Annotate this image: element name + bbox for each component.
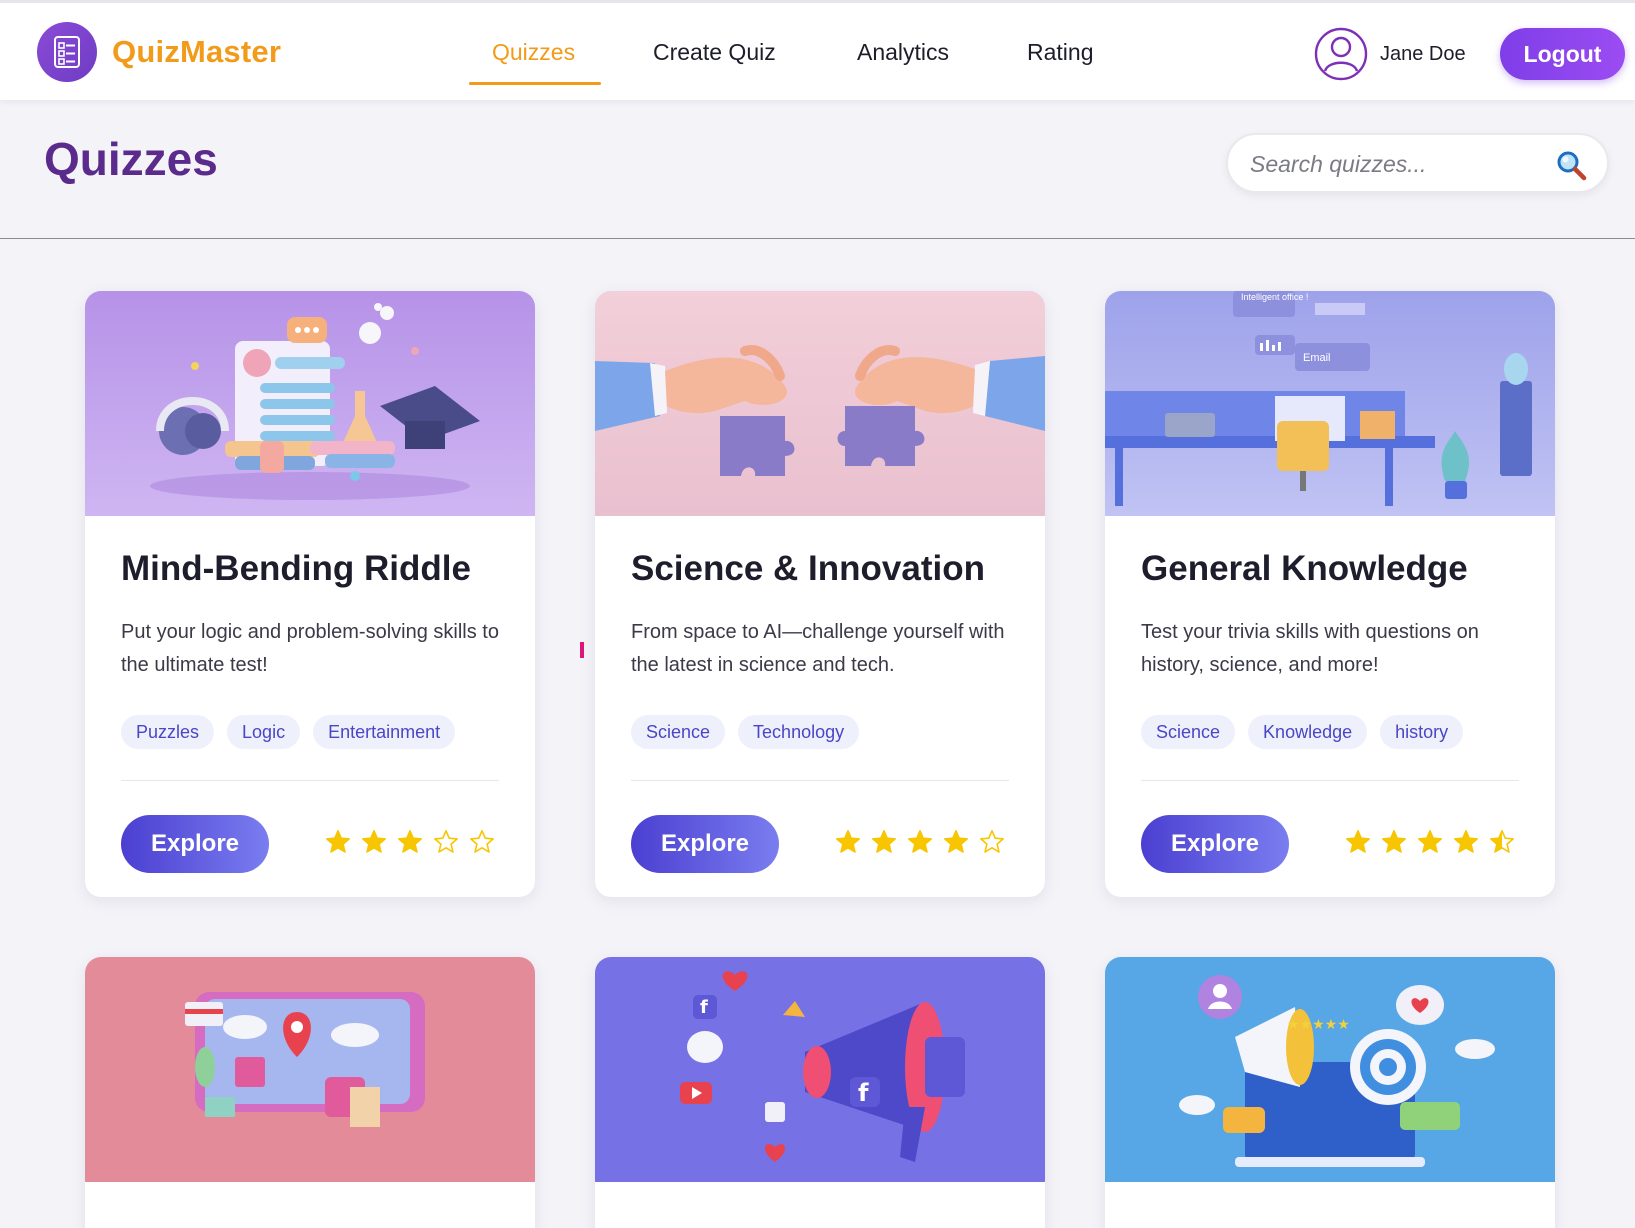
explore-button[interactable]: Explore [121,815,269,873]
star-filled-icon [1346,830,1370,853]
card-divider [121,780,499,781]
star-empty-icon [470,830,494,853]
star-filled-icon [836,830,860,853]
brand-name[interactable]: QuizMaster [112,34,281,70]
star-rating [1345,829,1515,855]
top-navbar: QuizMaster Quizzes Create Quiz Analytics… [0,0,1635,100]
star-filled-icon [944,830,968,853]
office-illustration: Intelligent office ! Email [1105,291,1555,516]
quiz-card: Science & Innovation From space to AI—ch… [595,291,1045,897]
search-input[interactable] [1250,149,1540,179]
svg-text:f: f [858,1079,869,1107]
user-name: Jane Doe [1380,43,1466,65]
tag-chip[interactable]: Science [631,715,726,749]
tag-chip[interactable]: Logic [227,715,301,749]
card-title: Science & Innovation [631,549,985,588]
star-filled-icon [398,830,422,853]
explore-button[interactable]: Explore [1141,815,1289,873]
star-filled-icon [1454,830,1478,853]
nav-analytics[interactable]: Analytics [857,39,949,66]
svg-text:★★★★★: ★★★★★ [1287,1017,1350,1033]
quiz-card [85,957,535,1228]
user-avatar-icon[interactable] [1314,27,1368,81]
explore-button[interactable]: Explore [631,815,779,873]
star-empty-icon [980,830,1004,853]
logo-quiz-icon[interactable] [37,22,97,82]
search-bar [1226,133,1609,193]
svg-text:f: f [700,997,708,1018]
quiz-card: ★★★★★ [1105,957,1555,1228]
puzzle-hands-illustration [595,291,1045,516]
tag-chip[interactable]: Science [1141,715,1236,749]
star-filled-icon [326,830,350,853]
card-description: Test your trivia skills with questions o… [1141,621,1479,676]
quiz-card: Mind-Bending Riddle Put your logic and p… [85,291,535,897]
email-chip-text: Email [1303,352,1331,364]
star-filled-icon [1418,830,1442,853]
nav-create-quiz[interactable]: Create Quiz [653,39,776,66]
page-title: Quizzes [44,133,218,185]
study-objects-illustration [85,291,535,516]
office-sign-text: Intelligent office ! [1241,292,1308,302]
card-divider [631,780,1009,781]
tag-list: Science Technology [631,715,860,749]
active-nav-indicator [469,82,601,85]
tag-chip[interactable]: Knowledge [1248,715,1368,749]
card-description: From space to AI—challenge yourself with… [631,621,1005,676]
quiz-card: Intelligent office ! Email General Knowl… [1105,291,1555,897]
pink-marker [580,642,584,658]
star-rating [325,829,495,855]
star-half-icon [1490,830,1514,853]
tag-list: Science Knowledge history [1141,715,1464,749]
tag-chip[interactable]: Puzzles [121,715,215,749]
tag-chip[interactable]: history [1380,715,1464,749]
tag-chip[interactable]: Technology [738,715,860,749]
header-divider [0,238,1635,239]
map-shopping-illustration [85,957,535,1182]
star-filled-icon [1382,830,1406,853]
star-filled-icon [908,830,932,853]
card-title: Mind-Bending Riddle [121,549,471,588]
card-divider [1141,780,1519,781]
logout-button[interactable]: Logout [1500,28,1625,80]
star-empty-icon [434,830,458,853]
marketing-target-illustration: ★★★★★ [1105,957,1555,1182]
star-filled-icon [872,830,896,853]
megaphone-social-illustration: f f [595,957,1045,1182]
nav-rating[interactable]: Rating [1027,39,1093,66]
nav-quizzes[interactable]: Quizzes [492,39,575,66]
search-icon[interactable] [1555,149,1587,181]
quiz-card: f f [595,957,1045,1228]
tag-list: Puzzles Logic Entertainment [121,715,456,749]
star-filled-icon [362,830,386,853]
card-title: General Knowledge [1141,549,1468,588]
tag-chip[interactable]: Entertainment [313,715,456,749]
star-rating [835,829,1005,855]
card-description: Put your logic and problem-solving skill… [121,621,499,676]
